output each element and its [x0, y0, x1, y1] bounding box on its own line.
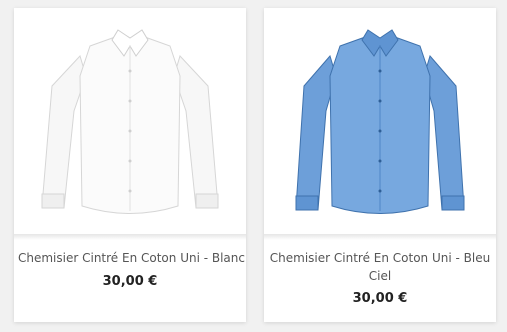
- white-shirt-icon: [41, 29, 219, 214]
- blue-shirt-icon: [295, 29, 465, 214]
- product-image-2[interactable]: [264, 8, 496, 234]
- product-card-1[interactable]: Chemisier Cintré En Coton Uni - Blanc 30…: [14, 8, 246, 322]
- product-title-2[interactable]: Chemisier Cintré En Coton Uni - Bleu Cie…: [264, 249, 496, 285]
- product-price-1: 30,00 €: [102, 274, 158, 289]
- product-image-1[interactable]: [14, 8, 246, 234]
- image-divider: [14, 234, 246, 240]
- product-price-2: 30,00 €: [352, 291, 408, 306]
- image-divider: [264, 234, 496, 240]
- product-card-2[interactable]: Chemisier Cintré En Coton Uni - Bleu Cie…: [264, 8, 496, 322]
- product-title-1[interactable]: Chemisier Cintré En Coton Uni - Blanc: [14, 249, 246, 267]
